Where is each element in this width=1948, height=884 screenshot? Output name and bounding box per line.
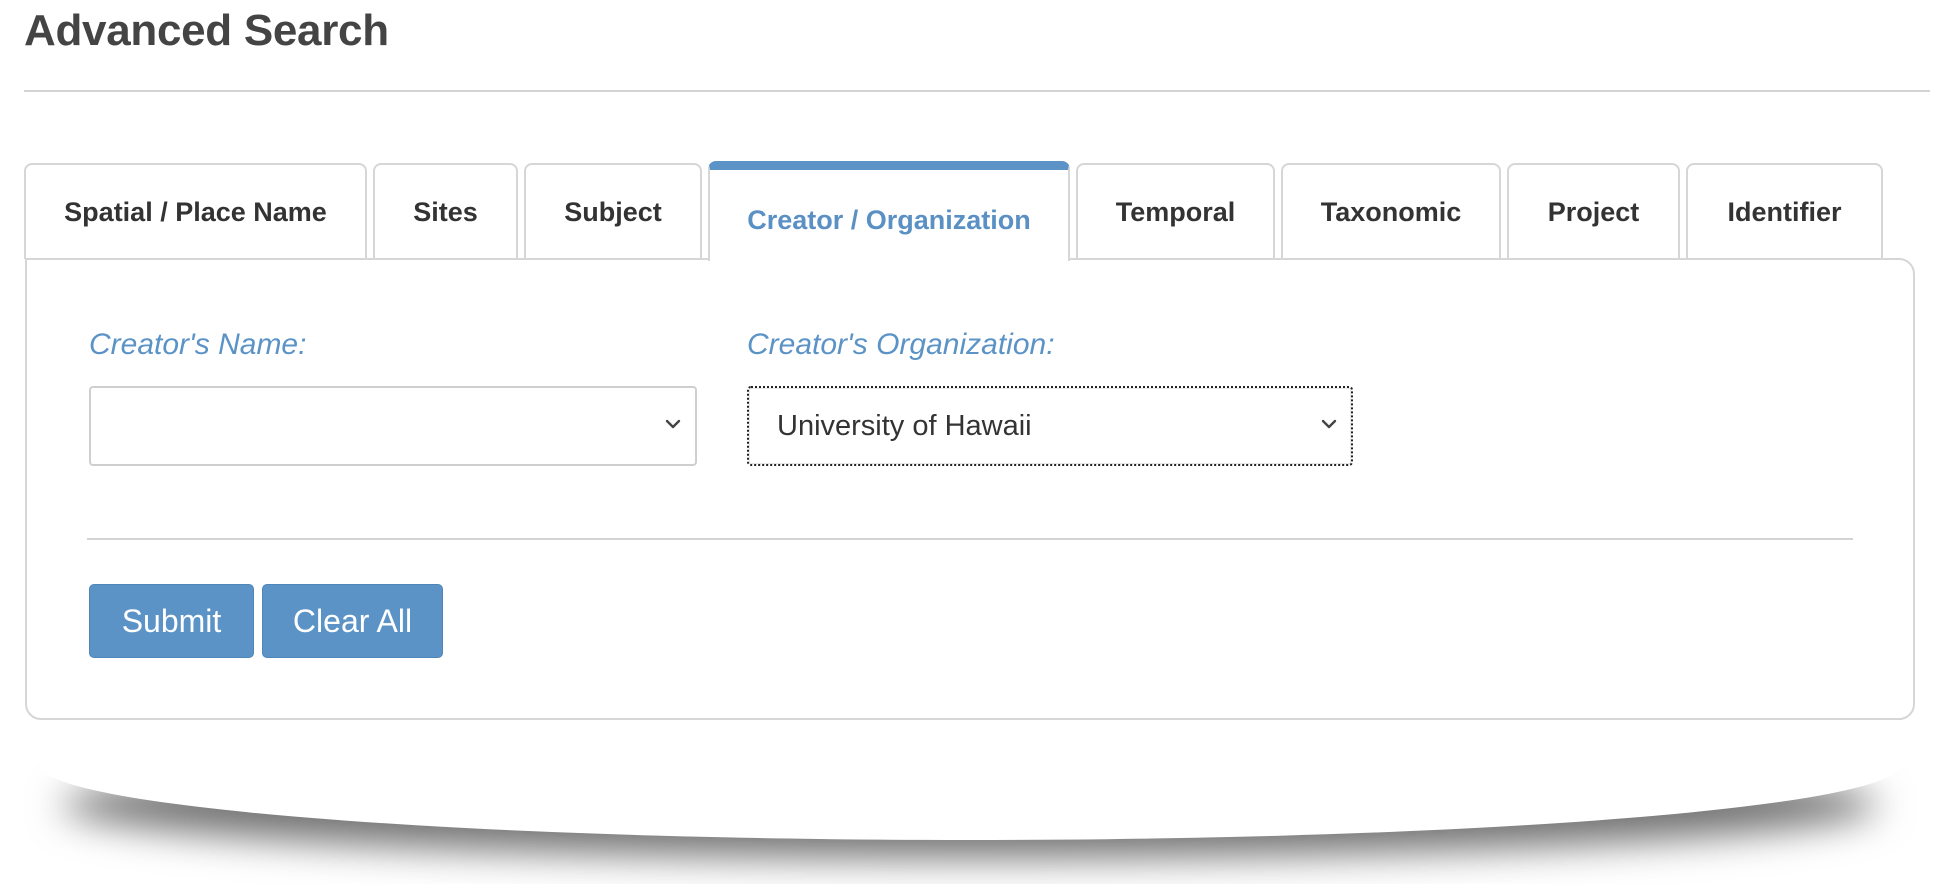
clear-all-button[interactable]: Clear All [262, 584, 443, 658]
tab-creator-organization[interactable]: Creator / Organization [708, 161, 1070, 261]
creator-organization-select[interactable]: University of Hawaii [747, 386, 1353, 466]
tab-project[interactable]: Project [1507, 163, 1680, 259]
chevron-down-icon [1321, 419, 1337, 429]
tab-taxonomic[interactable]: Taxonomic [1281, 163, 1501, 259]
creator-organization-label: Creator's Organization: [747, 328, 1055, 361]
creator-name-select[interactable] [89, 386, 697, 466]
creator-name-label: Creator's Name: [89, 328, 307, 361]
creator-organization-value: University of Hawaii [777, 409, 1032, 442]
submit-button[interactable]: Submit [89, 584, 254, 658]
tab-identifier[interactable]: Identifier [1686, 163, 1883, 259]
creator-search-panel: Creator's Name: Creator's Organization: … [25, 258, 1915, 720]
tab-subject[interactable]: Subject [524, 163, 702, 259]
page-title: Advanced Search [24, 6, 389, 55]
tab-sites[interactable]: Sites [373, 163, 518, 259]
tab-spatial-place-name[interactable]: Spatial / Place Name [24, 163, 367, 259]
title-divider [24, 90, 1930, 92]
tab-temporal[interactable]: Temporal [1076, 163, 1275, 259]
form-divider [87, 538, 1853, 540]
chevron-down-icon [665, 419, 681, 429]
